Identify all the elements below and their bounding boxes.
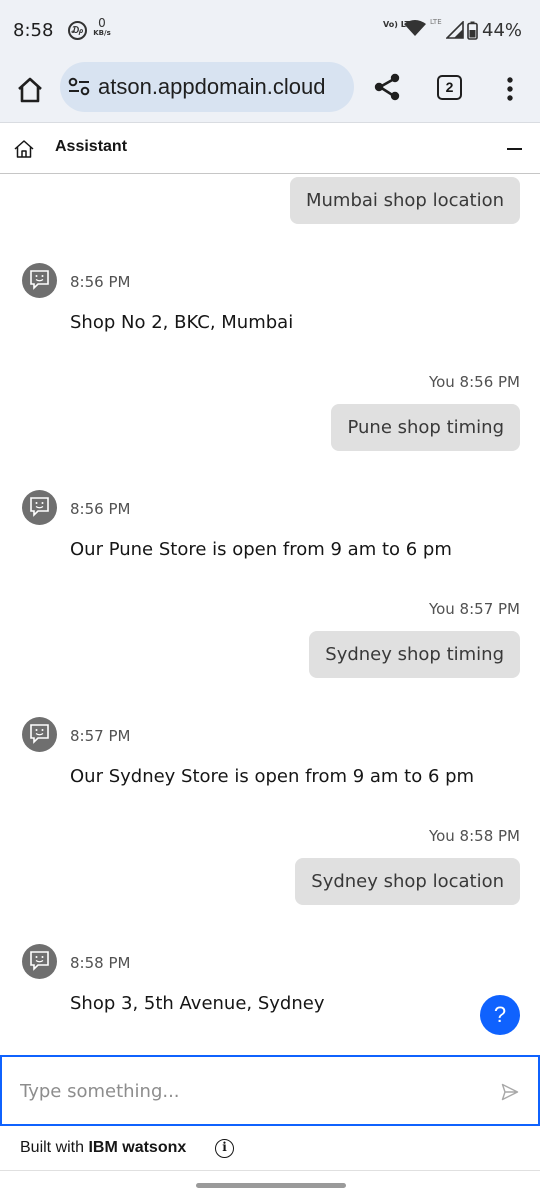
wifi-icon	[404, 19, 426, 41]
address-bar[interactable]: atson.appdomain.cloud	[60, 62, 354, 112]
user-message-meta: You 8:57 PM	[428, 600, 520, 618]
bot-chat-icon	[30, 497, 49, 517]
share-button[interactable]	[372, 72, 402, 102]
lte-label: LTE	[430, 18, 442, 26]
info-icon[interactable]: i	[215, 1139, 234, 1158]
network-speed-value: 0	[98, 16, 106, 30]
browser-toolbar: atson.appdomain.cloud 2	[0, 58, 540, 123]
assistant-home-icon[interactable]	[13, 139, 35, 159]
user-message-meta: You 8:56 PM	[428, 373, 520, 391]
send-icon	[501, 1083, 519, 1101]
bot-avatar	[22, 717, 57, 752]
bot-avatar	[22, 944, 57, 979]
help-button[interactable]: ?	[480, 995, 520, 1035]
bot-message-time: 8:56 PM	[70, 500, 131, 518]
bot-avatar	[22, 490, 57, 525]
send-button[interactable]	[501, 1083, 519, 1101]
tab-switcher-button[interactable]: 2	[437, 75, 462, 100]
message-list[interactable]: Mumbai shop location 8:56 PM Shop No 2, …	[0, 175, 540, 1054]
user-message-bubble: Sydney shop timing	[309, 631, 520, 678]
powered-by-footer: Built with IBM watsonx i	[0, 1126, 540, 1171]
app-notification-icon: ₯	[68, 21, 87, 40]
more-menu-button[interactable]	[500, 74, 520, 104]
user-message-bubble: Pune shop timing	[331, 404, 520, 451]
user-message-meta: You 8:58 PM	[428, 827, 520, 845]
message-input[interactable]	[20, 1077, 460, 1105]
bot-avatar	[22, 263, 57, 298]
url-text: atson.appdomain.cloud	[98, 74, 326, 99]
share-icon	[374, 73, 400, 101]
user-message-bubble: Sydney shop location	[295, 858, 520, 905]
bot-chat-icon	[30, 724, 49, 744]
battery-icon	[467, 21, 478, 44]
gesture-handle[interactable]	[196, 1183, 346, 1188]
bot-chat-icon	[30, 270, 49, 290]
assistant-title: Assistant	[55, 138, 128, 155]
bot-message-text: Our Pune Store is open from 9 am to 6 pm	[70, 539, 452, 560]
assistant-header: Assistant	[0, 124, 540, 174]
signal-icon	[445, 20, 464, 43]
bot-chat-icon	[30, 951, 49, 971]
bot-message-time: 8:57 PM	[70, 727, 131, 745]
home-icon	[18, 77, 42, 103]
footer-prefix: Built with	[20, 1139, 89, 1156]
more-vert-icon	[507, 77, 513, 101]
battery-percent: 44%	[482, 20, 523, 41]
user-message-bubble: Mumbai shop location	[289, 177, 520, 224]
bot-message-text: Shop 3, 5th Avenue, Sydney	[70, 993, 325, 1014]
home-button[interactable]	[14, 74, 46, 106]
network-speed-unit: KB/s	[93, 29, 111, 37]
bot-message-text: Our Sydney Store is open from 9 am to 6 …	[70, 766, 475, 787]
status-bar: 8:58 ₯ 0 KB/s Vo) LTE LTE 44%	[0, 0, 540, 58]
site-settings-icon[interactable]	[68, 77, 90, 97]
minimize-button[interactable]	[507, 148, 522, 150]
message-input-container	[0, 1055, 540, 1126]
bot-message-time: 8:56 PM	[70, 273, 131, 291]
status-time: 8:58	[13, 20, 54, 41]
footer-brand: IBM watsonx	[88, 1139, 187, 1156]
footer-text: Built with IBM watsonx	[20, 1139, 186, 1157]
network-speed: 0 KB/s	[91, 16, 113, 38]
bot-message-time: 8:58 PM	[70, 954, 131, 972]
bot-message-text: Shop No 2, BKC, Mumbai	[70, 312, 294, 333]
system-nav-bar	[0, 1171, 540, 1200]
